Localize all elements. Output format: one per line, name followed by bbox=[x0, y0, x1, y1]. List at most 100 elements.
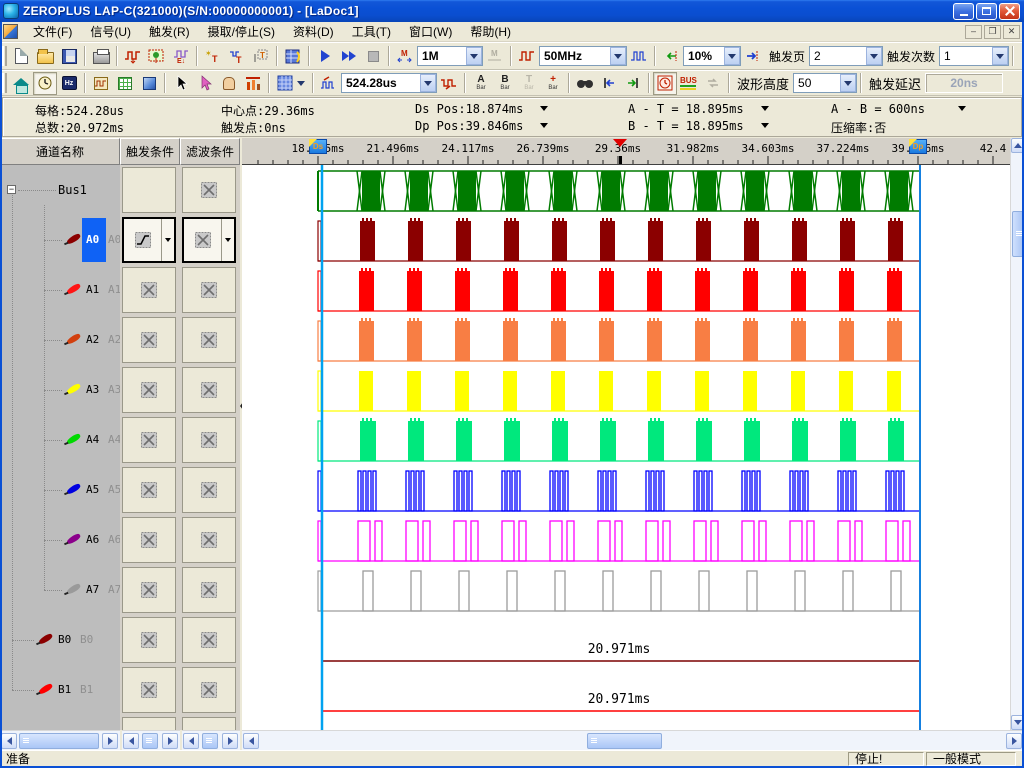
ds-pos-dropdown[interactable] bbox=[537, 102, 550, 115]
scroll-thumb[interactable] bbox=[19, 733, 99, 749]
menu-信号U[interactable]: 信号(U) bbox=[81, 21, 140, 42]
menu-帮助H[interactable]: 帮助(H) bbox=[461, 21, 520, 42]
bus-label[interactable]: Bus1 bbox=[58, 183, 87, 197]
select-cursor-button[interactable] bbox=[169, 72, 193, 95]
trigger-cell[interactable] bbox=[122, 367, 176, 413]
filter-cell-selected[interactable] bbox=[182, 217, 236, 263]
menu-资料D[interactable]: 资料(D) bbox=[284, 21, 343, 42]
add-bar-button[interactable]: +Bar bbox=[541, 72, 565, 95]
trigger-cell[interactable] bbox=[122, 567, 176, 613]
waveform-window-button[interactable] bbox=[89, 72, 113, 95]
b-bar-button[interactable]: BBar bbox=[493, 72, 517, 95]
memory-size-dropdown[interactable] bbox=[466, 47, 482, 65]
goto-trigger-button[interactable] bbox=[741, 45, 765, 68]
channel-label[interactable]: A3 bbox=[86, 383, 99, 396]
signal-blue-button[interactable] bbox=[627, 45, 651, 68]
signal-red-button[interactable] bbox=[515, 45, 539, 68]
trigger-set-button[interactable]: T bbox=[225, 45, 249, 68]
wave-height-dropdown[interactable] bbox=[840, 74, 856, 92]
timeline-ruler[interactable]: 18.875ms21.496ms24.117ms26.739ms29.36ms3… bbox=[242, 138, 1010, 165]
minimize-button[interactable] bbox=[953, 3, 974, 20]
channel-panel-scrollbar[interactable] bbox=[0, 730, 120, 750]
a-bar-dropdown[interactable] bbox=[758, 102, 771, 115]
trigger-dropdown[interactable] bbox=[161, 219, 173, 261]
filter-cell[interactable] bbox=[182, 567, 236, 613]
child-minimize-button[interactable]: – bbox=[965, 25, 982, 39]
filter-dropdown[interactable] bbox=[221, 219, 233, 261]
trigger-cell-selected[interactable] bbox=[122, 217, 176, 263]
a-b-dropdown[interactable] bbox=[955, 102, 968, 115]
channel-label[interactable]: A7 bbox=[86, 583, 99, 596]
scroll-left-button[interactable] bbox=[243, 733, 259, 749]
sampling-setup-button[interactable] bbox=[121, 45, 145, 68]
header-filter-condition[interactable]: 滤波条件 bbox=[180, 138, 240, 165]
scroll-right-button[interactable] bbox=[102, 733, 118, 749]
new-file-button[interactable] bbox=[9, 45, 33, 68]
trigger-cell[interactable] bbox=[122, 167, 176, 213]
b-bar-dropdown[interactable] bbox=[758, 119, 771, 132]
trigger-cell[interactable] bbox=[122, 317, 176, 363]
pattern-display-button[interactable] bbox=[273, 72, 309, 95]
listing-window-button[interactable] bbox=[113, 72, 137, 95]
trigger-cell[interactable] bbox=[122, 417, 176, 463]
filter-column-scrollbar[interactable] bbox=[182, 730, 240, 750]
timer-button[interactable] bbox=[653, 72, 677, 95]
trigger-cell[interactable] bbox=[122, 467, 176, 513]
filter-cell[interactable] bbox=[182, 467, 236, 513]
memory-page-disabled-button[interactable]: M bbox=[483, 45, 507, 68]
menu-窗口W[interactable]: 窗口(W) bbox=[400, 21, 461, 42]
frequency-mode-button[interactable]: Hz bbox=[57, 72, 81, 95]
trigger-position-dropdown[interactable] bbox=[724, 47, 740, 65]
stop-button[interactable] bbox=[361, 45, 385, 68]
sampling-config-button[interactable] bbox=[145, 45, 169, 68]
save-button[interactable] bbox=[57, 45, 81, 68]
bus-toggle-button[interactable]: BUS bbox=[677, 72, 701, 95]
navigator-button[interactable] bbox=[137, 72, 161, 95]
waveform-scrollbar[interactable] bbox=[242, 730, 1024, 750]
sync-disabled-button[interactable] bbox=[701, 72, 725, 95]
ds-flag-icon[interactable]: Ds bbox=[309, 139, 327, 154]
child-restore-button[interactable]: ❐ bbox=[984, 25, 1001, 39]
trigger-clear-button[interactable]: T bbox=[249, 45, 273, 68]
run-repeat-button[interactable] bbox=[337, 45, 361, 68]
sampling-edge-button[interactable]: E↓ bbox=[169, 45, 193, 68]
memory-size-combobox[interactable]: 1M bbox=[417, 46, 483, 66]
wave-height-combobox[interactable]: 50 bbox=[793, 73, 857, 93]
channel-label[interactable]: B0 bbox=[58, 633, 71, 646]
open-file-button[interactable] bbox=[33, 45, 57, 68]
scroll-thumb[interactable] bbox=[142, 733, 158, 749]
mark-cursor-button[interactable] bbox=[193, 72, 217, 95]
clock-mode-button[interactable] bbox=[33, 72, 57, 95]
trigger-cell[interactable] bbox=[122, 717, 176, 730]
sample-rate-dropdown[interactable] bbox=[610, 47, 626, 65]
channel-label[interactable]: A6 bbox=[86, 533, 99, 546]
zoom-wave-button[interactable] bbox=[317, 72, 341, 95]
filter-cell[interactable] bbox=[182, 167, 236, 213]
home-button[interactable] bbox=[9, 72, 33, 95]
filter-cell[interactable] bbox=[182, 417, 236, 463]
channel-label[interactable]: A4 bbox=[86, 433, 99, 446]
filter-cell[interactable] bbox=[182, 317, 236, 363]
filter-cell[interactable] bbox=[182, 517, 236, 563]
trigger-page-combobox[interactable]: 2 bbox=[809, 46, 883, 66]
maximize-button[interactable] bbox=[976, 3, 997, 20]
dp-pos-dropdown[interactable] bbox=[537, 119, 550, 132]
scroll-left-button[interactable] bbox=[1, 733, 17, 749]
ruler-mode-button[interactable] bbox=[437, 72, 461, 95]
scroll-right-button[interactable] bbox=[222, 733, 238, 749]
channel-label[interactable]: A5 bbox=[86, 483, 99, 496]
channel-label[interactable]: A1 bbox=[86, 283, 99, 296]
scroll-right-button[interactable] bbox=[162, 733, 178, 749]
sample-rate-combobox[interactable]: 50MHz bbox=[539, 46, 627, 66]
bar-chart-button[interactable] bbox=[241, 72, 265, 95]
scroll-thumb[interactable] bbox=[202, 733, 218, 749]
header-trigger-condition[interactable]: 触发条件 bbox=[120, 138, 180, 165]
a-bar-button[interactable]: ABar bbox=[469, 72, 493, 95]
bus-analyze-button[interactable] bbox=[281, 45, 305, 68]
trigger-mark-button[interactable]: ✶T bbox=[201, 45, 225, 68]
t-bar-button[interactable]: TBar bbox=[517, 72, 541, 95]
time-per-grid-combobox[interactable]: 524.28us bbox=[341, 73, 437, 93]
filter-cell[interactable] bbox=[182, 267, 236, 313]
filter-cell[interactable] bbox=[182, 367, 236, 413]
trigger-cell[interactable] bbox=[122, 617, 176, 663]
